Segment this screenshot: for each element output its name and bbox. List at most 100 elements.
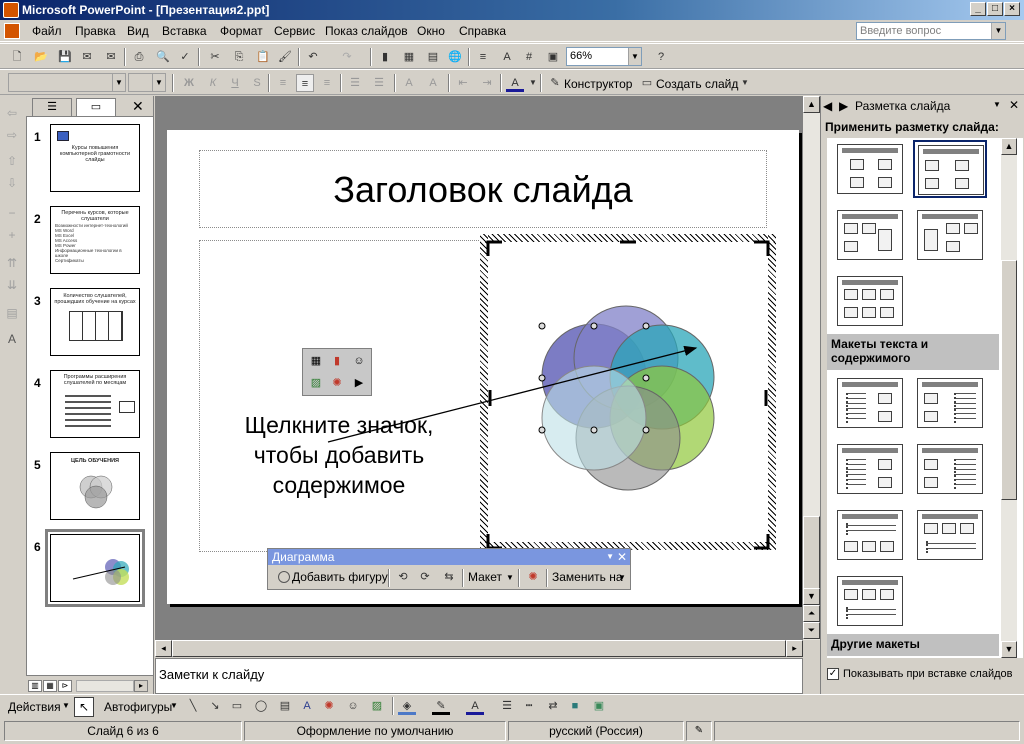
- fill-color-icon[interactable]: ◈: [398, 697, 416, 715]
- scroll-left-icon[interactable]: ◂: [155, 640, 172, 657]
- spelling-status-icon[interactable]: ✎: [686, 721, 712, 741]
- email-icon[interactable]: ✉: [102, 48, 120, 66]
- arrow-style-icon[interactable]: ⇄: [544, 697, 562, 715]
- wordart-icon[interactable]: A: [298, 697, 316, 715]
- next-slide-icon[interactable]: ⏷: [803, 622, 820, 639]
- select-pointer-icon[interactable]: ↖: [74, 697, 94, 717]
- scroll-up-icon[interactable]: ▲: [1001, 138, 1017, 155]
- chevron-down-icon[interactable]: ▼: [736, 74, 754, 92]
- scroll-right-icon[interactable]: ▸: [786, 640, 803, 657]
- horizontal-scrollbar[interactable]: ◂ ▸: [155, 640, 803, 657]
- open-icon[interactable]: 📂: [32, 48, 50, 66]
- textbox-icon[interactable]: ▤: [276, 697, 294, 715]
- notes-pane[interactable]: Заметки к слайду: [155, 658, 803, 694]
- menu-help[interactable]: Справка: [459, 24, 506, 38]
- scroll-thumb[interactable]: [803, 516, 820, 596]
- new-icon[interactable]: 🗋: [8, 48, 26, 66]
- show-formatting-icon[interactable]: A: [498, 48, 516, 66]
- forward-icon[interactable]: ▶: [839, 99, 848, 113]
- line-color-icon[interactable]: ✎: [432, 697, 450, 715]
- tab-outline[interactable]: ☰: [32, 98, 72, 116]
- slideshow-button[interactable]: ⊳: [58, 680, 72, 692]
- menu-format[interactable]: Формат: [220, 24, 263, 38]
- paste-icon[interactable]: 📋: [254, 48, 272, 66]
- layout-four-content[interactable]: [833, 272, 907, 330]
- slide-sorter-button[interactable]: ▦: [43, 680, 57, 692]
- help-question-box[interactable]: Введите вопрос ▼: [856, 22, 1006, 40]
- chevron-down-icon[interactable]: ▼: [606, 549, 614, 565]
- scroll-thumb[interactable]: [1001, 260, 1017, 500]
- panel-hscroll[interactable]: [76, 680, 134, 692]
- layout-content[interactable]: [833, 140, 907, 198]
- 3d-style-icon[interactable]: ▣: [590, 697, 608, 715]
- slide-thumbnail-3[interactable]: Количество слушателей, прошедших обучени…: [50, 288, 140, 356]
- menu-file[interactable]: Файл: [32, 24, 62, 38]
- expand-all-icon[interactable]: ≡: [474, 48, 492, 66]
- dash-style-icon[interactable]: ┅: [520, 697, 538, 715]
- tables-borders-icon[interactable]: ▤: [424, 48, 442, 66]
- chevron-down-icon[interactable]: ▼: [991, 23, 1005, 39]
- print-preview-icon[interactable]: 🔍: [154, 48, 172, 66]
- move-shape-back-icon[interactable]: ⟲: [394, 568, 412, 586]
- oval-icon[interactable]: ◯: [252, 697, 270, 715]
- tab-slides[interactable]: ▭: [76, 98, 116, 116]
- layout-content-text[interactable]: [913, 374, 987, 432]
- show-formatting-icon[interactable]: A: [4, 332, 20, 348]
- powerpoint-app-icon[interactable]: [3, 2, 19, 18]
- menu-edit[interactable]: Правка: [75, 24, 116, 38]
- color-grayscale-icon[interactable]: ▣: [544, 48, 562, 66]
- reverse-diagram-icon[interactable]: ⇆: [440, 568, 458, 586]
- previous-slide-icon[interactable]: ⏶: [803, 605, 820, 622]
- chevron-down-icon[interactable]: ▼: [628, 48, 641, 65]
- vertical-scrollbar[interactable]: ▲ ▼ ⏶ ⏷: [803, 96, 820, 640]
- scroll-down-icon[interactable]: ▼: [1001, 641, 1017, 658]
- spelling-icon[interactable]: ✓: [176, 48, 194, 66]
- font-color-icon[interactable]: A: [506, 74, 524, 92]
- show-on-insert-checkbox[interactable]: ✓: [827, 668, 839, 680]
- scroll-down-icon[interactable]: ▼: [803, 588, 820, 605]
- save-icon[interactable]: 💾: [56, 48, 74, 66]
- resize-handle[interactable]: [486, 534, 502, 550]
- insert-chart-icon[interactable]: ▮: [376, 48, 394, 66]
- layout-title-content-text[interactable]: [833, 572, 907, 630]
- scroll-up-icon[interactable]: ▲: [803, 96, 820, 113]
- layout-two-content[interactable]: [913, 140, 987, 198]
- slide-thumbnail-5[interactable]: ЦЕЛЬ ОБУЧЕНИЯ: [50, 452, 140, 520]
- line-icon[interactable]: ╲: [184, 697, 202, 715]
- cut-icon[interactable]: ✂: [206, 48, 224, 66]
- clipart-icon[interactable]: ☺: [344, 697, 362, 715]
- print-icon[interactable]: ⎙: [130, 48, 148, 66]
- document-icon[interactable]: [4, 23, 20, 39]
- new-slide-button[interactable]: Создать слайд: [656, 77, 738, 91]
- slide-thumbnail-1[interactable]: Курсы повышения компьютерной грамотности…: [50, 124, 140, 192]
- layout-content-two-right[interactable]: [913, 206, 987, 264]
- chevron-down-icon[interactable]: ▼: [170, 701, 178, 710]
- diagram-icon[interactable]: ✺: [320, 697, 338, 715]
- layout-menu[interactable]: Макет: [468, 570, 502, 584]
- close-icon[interactable]: ✕: [617, 549, 627, 565]
- arrow-icon[interactable]: ↘: [206, 697, 224, 715]
- change-to-menu[interactable]: Заменить на: [552, 570, 623, 584]
- resize-handle[interactable]: [754, 240, 770, 256]
- chevron-down-icon[interactable]: ▼: [62, 701, 70, 710]
- insert-table-icon[interactable]: ▦: [400, 48, 418, 66]
- design-button[interactable]: Конструктор: [564, 77, 632, 91]
- layout-content-over-text[interactable]: [913, 506, 987, 564]
- title-placeholder[interactable]: Заголовок слайда: [199, 150, 767, 228]
- zoom-select[interactable]: 66% ▼: [566, 47, 642, 66]
- rectangle-icon[interactable]: ▭: [228, 697, 246, 715]
- permission-icon[interactable]: ✉: [78, 48, 96, 66]
- picture-icon[interactable]: ▨: [368, 697, 386, 715]
- gallery-scrollbar[interactable]: ▲ ▼: [1001, 138, 1017, 658]
- hyperlink-icon[interactable]: 🌐: [446, 48, 464, 66]
- close-button[interactable]: ×: [1004, 2, 1020, 16]
- layout-two-content-text[interactable]: [913, 440, 987, 498]
- grid-icon[interactable]: #: [520, 48, 538, 66]
- layout-text-content[interactable]: [833, 374, 907, 432]
- resize-handle[interactable]: [754, 534, 770, 550]
- move-shape-forward-icon[interactable]: ⟳: [416, 568, 434, 586]
- scroll-right-icon[interactable]: ▸: [134, 680, 148, 692]
- help-icon[interactable]: ?: [652, 48, 670, 66]
- normal-view-button[interactable]: ▥: [28, 680, 42, 692]
- layout-title-text-over-content[interactable]: [833, 506, 907, 564]
